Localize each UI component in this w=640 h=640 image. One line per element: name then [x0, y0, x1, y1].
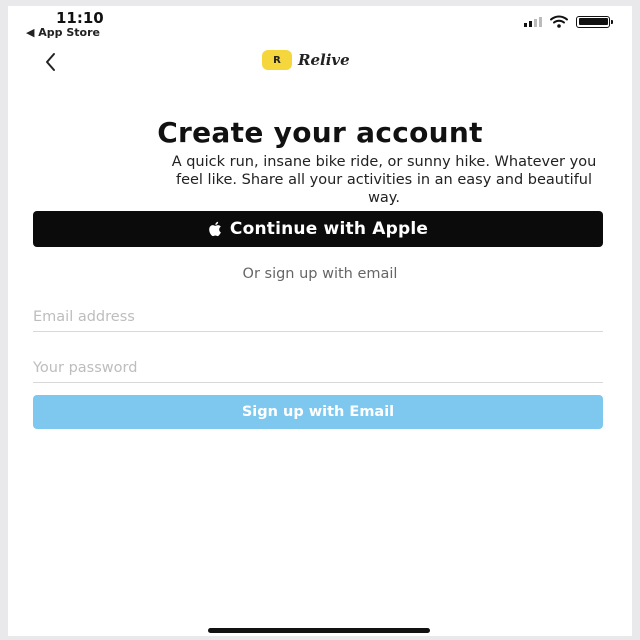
- app-screen: 11:10 ◀ App Store R Relive Create your a…: [8, 6, 632, 636]
- battery-icon: [576, 15, 613, 28]
- sign-up-with-email-button[interactable]: Sign up with Email: [33, 395, 603, 429]
- or-sign-up-with-email-text: Or sign up with email: [242, 266, 398, 282]
- status-icons: [524, 15, 613, 28]
- wifi-icon: [550, 15, 568, 28]
- password-field[interactable]: [33, 353, 603, 383]
- status-time: 11:10: [56, 9, 104, 27]
- email-field[interactable]: [33, 302, 603, 332]
- relive-logo-badge: R: [262, 50, 292, 70]
- chevron-left-icon[interactable]: [42, 50, 60, 74]
- apple-icon: [209, 221, 221, 237]
- continue-with-apple-button[interactable]: Continue with Apple: [33, 211, 603, 247]
- page-title: Create your account: [157, 116, 483, 149]
- back-to-app-store-link[interactable]: ◀ App Store: [26, 26, 100, 39]
- page-subtitle: A quick run, insane bike ride, or sunny …: [171, 154, 597, 206]
- home-indicator: [208, 628, 430, 633]
- relive-logo-text: Relive: [298, 51, 350, 69]
- continue-with-apple-label: Continue with Apple: [229, 219, 429, 239]
- signal-icon: [524, 16, 542, 27]
- relive-logo: R Relive: [262, 50, 350, 70]
